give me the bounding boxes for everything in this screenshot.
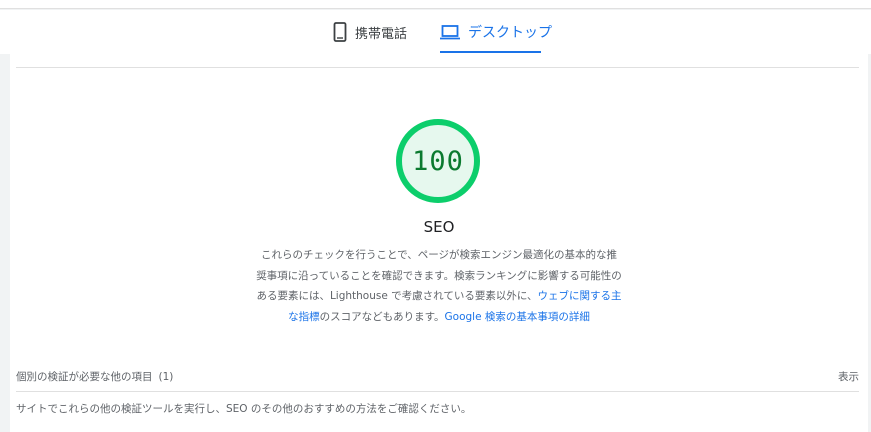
- category-description: これらのチェックを行うことで、ページが検索エンジン最適化の基本的な推奨事項に沿っ…: [256, 245, 622, 327]
- manual-audits-description: サイトでこれらの他の検証ツールを実行し、SEO のその他のおすすめの方法をご確認…: [16, 403, 472, 415]
- score-value: 100: [412, 145, 464, 177]
- seo-category-card: 100 SEO これらのチェックを行うことで、ページが検索エンジン最適化の基本的…: [10, 54, 868, 432]
- manual-audits-label-group: 個別の検証が必要な他の項目 (1): [16, 369, 173, 384]
- tab-mobile[interactable]: 携帯電話: [333, 10, 407, 54]
- device-tabs: 携帯電話 デスクトップ: [0, 10, 871, 54]
- google-search-essentials-link[interactable]: Google 検索の基本事項の詳細: [445, 311, 590, 323]
- description-text-2: のスコアなどもあります。: [319, 310, 445, 323]
- manual-audits-label: 個別の検証が必要な他の項目: [16, 371, 153, 383]
- laptop-icon: [440, 24, 460, 40]
- manual-audits-divider: [16, 391, 859, 392]
- manual-audits-count: (1): [158, 371, 174, 383]
- category-title: SEO: [423, 218, 455, 236]
- tab-mobile-label: 携帯電話: [355, 26, 408, 42]
- report-frame: 携帯電話 デスクトップ 100 SEO これらのチェックを行うことで、ページが検: [0, 0, 871, 432]
- score-gauge[interactable]: 100: [395, 118, 481, 204]
- tab-desktop[interactable]: デスクトップ: [440, 10, 552, 54]
- card-top-divider: [16, 67, 859, 68]
- top-divider: [0, 0, 871, 9]
- manual-audits-header[interactable]: 個別の検証が必要な他の項目 (1) 表示: [16, 365, 859, 387]
- show-button[interactable]: 表示: [838, 369, 859, 384]
- tab-desktop-label: デスクトップ: [468, 25, 552, 41]
- phone-icon: [333, 22, 347, 42]
- active-tab-indicator: [440, 51, 541, 53]
